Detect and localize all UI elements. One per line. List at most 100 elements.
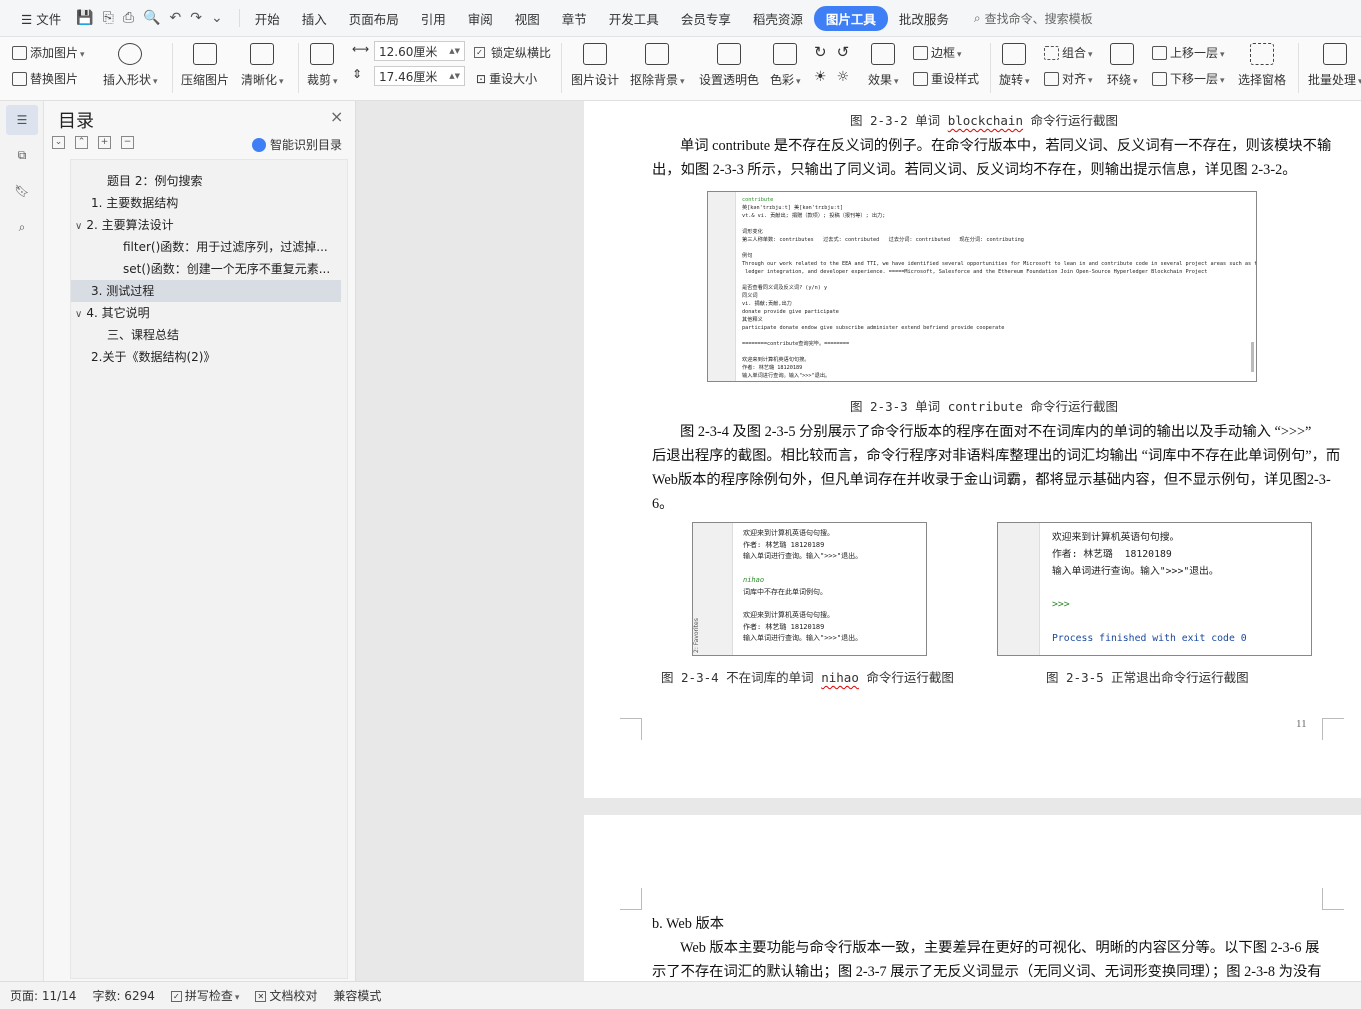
toc-item[interactable]: 题目 2：例句搜索 [107,170,202,192]
tab-view[interactable]: 视图 [504,9,551,28]
toc-item[interactable]: 1. 主要数据结构 [91,192,178,214]
console-line: 词形变化 [742,229,763,235]
toc-panel-icon[interactable]: ☰ [6,105,38,135]
sharpen-button[interactable]: 清晰化 [241,43,284,88]
console-line: donate provide give participate [742,309,839,315]
toc-item[interactable]: 2.关于《数据结构(2)》 [91,346,215,368]
insert-shape-button[interactable]: 插入形状 [103,43,158,88]
rotate-right-icon[interactable]: ↻ [814,43,827,61]
page[interactable]: b. Web 版本 Web 版本主要功能与命令行版本一致，主要差异在更好的可视化… [584,815,1361,981]
design-icon [583,43,607,65]
page[interactable]: 图 2-3-2 单词 blockchain 命令行运行截图 单词 contrib… [584,101,1361,798]
document-canvas[interactable]: 图 2-3-2 单词 blockchain 命令行运行截图 单词 contrib… [356,101,1361,981]
find-icon[interactable]: ⌕ [12,217,32,237]
console-line: 欢迎来到计算机英语句句搜。 [743,529,834,537]
tab-section[interactable]: 章节 [551,9,598,28]
close-icon[interactable]: × [330,107,343,126]
print-icon[interactable]: ⎙ [123,10,134,26]
batch-process-button[interactable]: 批量处理 [1308,43,1361,88]
export-icon[interactable]: ⎘ [103,10,114,26]
remove-bg-icon [645,43,670,65]
more-icon[interactable]: ⌄ [211,10,223,26]
body-paragraph[interactable]: 单词 contribute 是不存在反义词的例子。在命令行版本中，若同义词、反义… [652,134,1340,182]
color-button[interactable]: 色彩 [770,43,801,88]
bookmark-icon[interactable]: 🔖︎ [12,181,32,201]
tab-developer[interactable]: 开发工具 [598,9,670,28]
reset-style-button[interactable]: 重设样式 [913,70,979,87]
chevron-down-icon[interactable]: ∨ [75,221,82,232]
tab-member[interactable]: 会员专享 [670,9,742,28]
align-button[interactable]: 对齐 [1044,70,1093,87]
collapse-icon[interactable]: − [121,136,134,149]
brightness-down-icon[interactable]: ☼ [837,69,850,85]
body-paragraph[interactable]: b. Web 版本 Web 版本主要功能与命令行版本一致，主要差异在更好的可视化… [652,912,1342,981]
page-indicator[interactable]: 页面: 11/14 [10,987,76,1004]
border-button[interactable]: 边框 [913,44,962,61]
proofread-button[interactable]: ✕ 文档校对 [255,987,317,1004]
undo-icon[interactable]: ↶ [169,10,181,26]
chevron-down-icon[interactable]: ⌄ [52,136,65,149]
scrollbar[interactable] [1251,342,1254,372]
toc-item[interactable]: 三、课程总结 [107,324,179,346]
add-image-button[interactable]: 添加图片 [12,44,85,61]
toc-item[interactable]: filter()函数：用于过滤序列，过滤掉... [123,236,328,258]
toc-item[interactable]: ∨ 4. 其它说明 [75,302,150,324]
console-line: 输入单词进行查询。输入">>>"退出。 [1052,565,1219,577]
tab-home[interactable]: 开始 [244,9,291,28]
group-icon [1044,45,1059,60]
chevron-up-icon[interactable]: ⌃ [75,136,88,149]
redo-icon[interactable]: ↷ [190,10,202,26]
console-output: 欢迎来到计算机英语句句搜。 作者: 林艺璐 18120189 输入单词进行查询。输入… [1052,530,1247,648]
save-icon[interactable]: 💾 [76,10,93,26]
checkbox-checked-icon: ✓ [170,991,182,1002]
chapter-nav-icon[interactable]: ⧉ [12,145,32,165]
group-button[interactable]: 组合 [1044,44,1093,61]
align-icon [1044,71,1059,86]
replace-image-button[interactable]: 替换图片 [12,70,78,87]
toc-item[interactable]: set()函数：创建一个无序不重复元素... [123,258,330,280]
rotate-left-icon[interactable]: ↺ [837,43,850,61]
word-count[interactable]: 字数: 6294 [92,987,154,1004]
tab-docer[interactable]: 稻壳资源 [742,9,814,28]
image-design-button[interactable]: 图片设计 [571,43,619,88]
tab-review[interactable]: 审阅 [457,9,504,28]
tab-references[interactable]: 引用 [410,9,457,28]
toc-item[interactable]: ∨ 2. 主要算法设计 [75,214,174,236]
send-backward-button[interactable]: 下移一层 [1152,70,1225,87]
set-transparent-button[interactable]: 设置透明色 [699,43,759,88]
reset-size-button[interactable]: ⊡ 重设大小 [476,70,537,87]
height-input[interactable]: 17.46厘米 ▲▼ [374,66,465,86]
effect-button[interactable]: 效果 [868,43,899,88]
remove-background-button[interactable]: 抠除背景 [630,43,685,88]
screenshot-image[interactable]: contribute 英[kən'trɪbjuːt] 美[kən'trɪbjuːt… [707,191,1257,382]
compress-image-button[interactable]: 压缩图片 [181,43,229,88]
crop-button[interactable]: 裁剪 [307,43,338,88]
width-stepper[interactable]: ▲▼ [449,47,460,55]
preview-icon[interactable]: 🔍 [143,10,160,26]
expand-icon[interactable]: + [98,136,111,149]
width-input[interactable]: 12.60厘米 ▲▼ [374,41,465,61]
smart-toc-button[interactable]: 智能识别目录 [252,136,342,153]
rotate-icons: ↻ ↺ [814,43,849,61]
screenshot-image[interactable]: 2: Favorites 欢迎来到计算机英语句句搜。 作者: 林艺璐 181201… [692,522,927,656]
tab-insert[interactable]: 插入 [291,9,338,28]
command-search[interactable]: ⌕ 查找命令、搜索模板 [974,10,1093,27]
body-paragraph[interactable]: 图 2-3-4 及图 2-3-5 分别展示了命令行版本的程序在面对不在词库内的单… [652,420,1342,516]
toc-item-selected[interactable]: 3. 测试过程 [71,280,341,302]
chevron-down-icon[interactable]: ∨ [75,309,82,320]
brightness-up-icon[interactable]: ☀ [814,69,827,85]
spell-check-toggle[interactable]: ✓ 拼写检查 [170,987,239,1004]
bring-forward-button[interactable]: 上移一层 [1152,44,1225,61]
lock-ratio-checkbox[interactable]: ✓ 锁定纵横比 [474,44,551,61]
wrap-button[interactable]: 环绕 [1107,43,1138,88]
height-stepper[interactable]: ▲▼ [449,72,460,80]
selection-pane-button[interactable]: 选择窗格 [1238,43,1286,88]
file-menu[interactable]: ☰ 文件 [10,9,72,28]
tab-correction[interactable]: 批改服务 [888,9,960,28]
rotate-button[interactable]: 旋转 [999,43,1030,88]
effect-icon [871,43,896,65]
tab-picture-tools[interactable]: 图片工具 [813,5,888,31]
screenshot-image[interactable]: 欢迎来到计算机英语句句搜。 作者: 林艺璐 18120189 输入单词进行查询。输入… [997,522,1312,656]
favorites-tab[interactable]: 2: Favorites [693,613,705,653]
tab-layout[interactable]: 页面布局 [338,9,410,28]
